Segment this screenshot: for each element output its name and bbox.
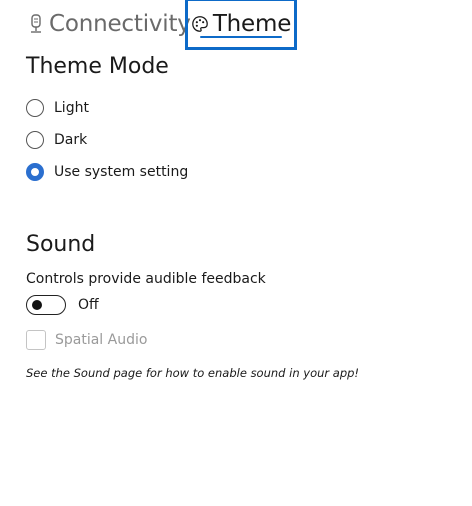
toggle-knob (32, 300, 42, 310)
tab-connectivity-label: Connectivity (49, 11, 191, 37)
radio-light-label: Light (54, 100, 89, 116)
radio-system-label: Use system setting (54, 164, 189, 180)
tab-theme[interactable]: Theme (185, 0, 297, 50)
radio-dark-circle[interactable] (26, 131, 44, 149)
radio-dark-label: Dark (54, 132, 88, 148)
tab-connectivity[interactable]: Connectivity (27, 0, 191, 48)
spatial-audio-label: Spatial Audio (55, 332, 148, 348)
toggle-state-label: Off (78, 297, 99, 313)
radio-dark[interactable]: Dark (26, 129, 87, 151)
tab-selected-indicator (200, 36, 282, 38)
radio-system-circle[interactable] (26, 163, 44, 181)
tab-theme-label: Theme (212, 11, 292, 37)
theme-mode-title: Theme Mode (26, 54, 169, 79)
spatial-audio-row[interactable]: Spatial Audio (26, 330, 147, 350)
audible-feedback-toggle[interactable] (26, 295, 66, 315)
palette-icon (191, 13, 209, 35)
radio-light-circle[interactable] (26, 99, 44, 117)
tab-bar: Connectivity Theme (0, 0, 472, 56)
sound-note: See the Sound page for how to enable sou… (26, 366, 360, 380)
microphone-icon (27, 13, 45, 35)
spatial-audio-checkbox[interactable] (26, 330, 46, 350)
audible-feedback-toggle-row[interactable]: Off (26, 295, 99, 315)
sound-title: Sound (26, 232, 96, 257)
radio-light[interactable]: Light (26, 97, 89, 119)
radio-system[interactable]: Use system setting (26, 161, 188, 183)
audible-feedback-label: Controls provide audible feedback (26, 271, 266, 287)
